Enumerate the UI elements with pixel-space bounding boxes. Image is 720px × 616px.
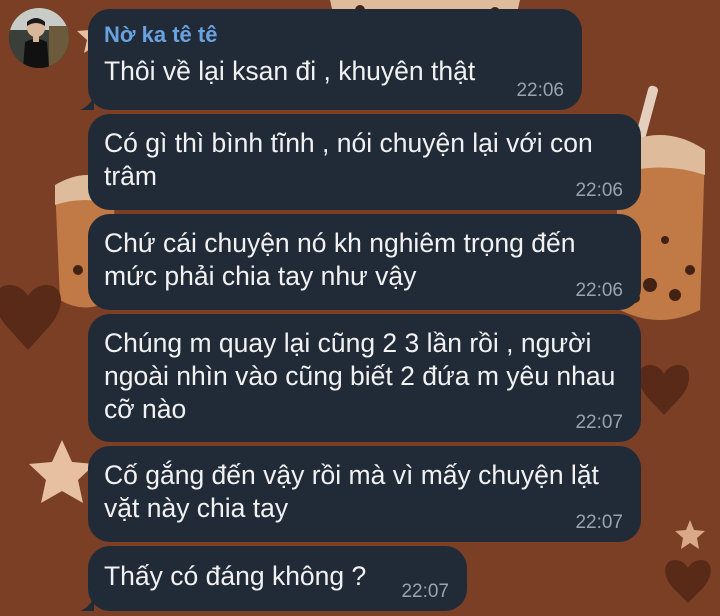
- message-text: Thôi về lại ksan đi , khuyên thật: [104, 56, 476, 86]
- message-timestamp: 22:06: [575, 180, 623, 201]
- star-decoration: [29, 440, 95, 503]
- message-timestamp: 22:07: [575, 512, 623, 533]
- message-timestamp: 22:07: [575, 412, 623, 433]
- message-bubble[interactable]: Cố gắng đến vậy rồi mà vì mấy chuyện lặt…: [88, 446, 641, 542]
- message-bubble[interactable]: Chúng m quay lại cũng 2 3 lần rồi , ngườ…: [88, 314, 641, 442]
- heart-decoration: [638, 365, 690, 415]
- message-bubble[interactable]: Chứ cái chuyện nó kh nghiêm trọng đến mứ…: [88, 214, 641, 310]
- message-timestamp: 22:07: [401, 581, 449, 602]
- sender-name[interactable]: Nờ ka tê tê: [104, 22, 217, 48]
- message-timestamp: 22:06: [516, 80, 564, 101]
- message-bubble[interactable]: Nờ ka tê tê Thôi về lại ksan đi , khuyên…: [88, 9, 582, 110]
- avatar[interactable]: [9, 8, 69, 68]
- message-text: Chứ cái chuyện nó kh nghiêm trọng đến mứ…: [104, 228, 576, 291]
- message-text: Thấy có đáng không ?: [104, 561, 367, 591]
- message-timestamp: 22:06: [575, 280, 623, 301]
- message-text: Có gì thì bình tĩnh , nói chuyện lại với…: [104, 128, 593, 191]
- message-bubble[interactable]: Thấy có đáng không ? 22:07: [88, 546, 467, 611]
- heart-decoration: [665, 560, 711, 603]
- message-bubble[interactable]: Có gì thì bình tĩnh , nói chuyện lại với…: [88, 114, 641, 210]
- message-text: Chúng m quay lại cũng 2 3 lần rồi , ngườ…: [104, 328, 616, 424]
- avatar-photo-icon: [9, 8, 69, 68]
- message-text: Cố gắng đến vậy rồi mà vì mấy chuyện lặt…: [104, 460, 599, 523]
- heart-decoration: [0, 285, 61, 350]
- star-decoration: [675, 520, 705, 549]
